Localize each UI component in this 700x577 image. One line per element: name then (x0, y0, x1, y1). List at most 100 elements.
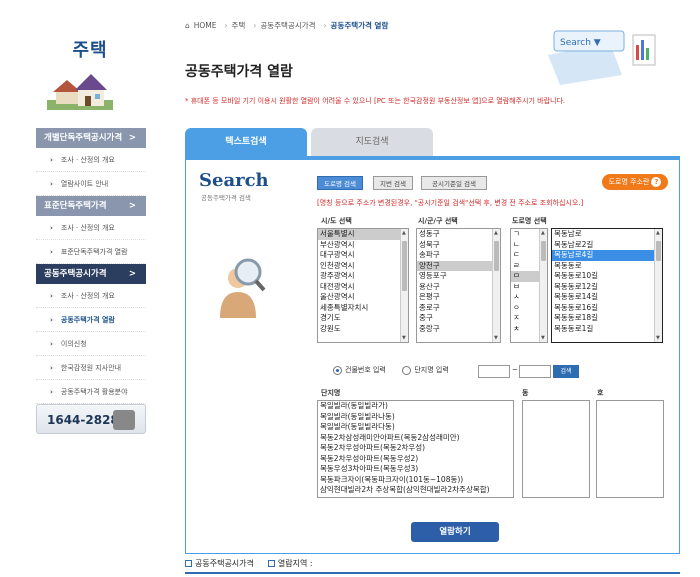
bottom-divider (185, 572, 680, 574)
initial-select[interactable]: ㄱㄴㄷㄹㅁㅂㅅㅇㅈㅊ ▲ ▼ (510, 228, 548, 343)
list-option[interactable]: 목동동로10길 (552, 271, 662, 282)
list-option[interactable]: 목동동로 (552, 261, 662, 272)
list-option[interactable]: 강원도 (318, 324, 408, 335)
tab-text-search[interactable]: 텍스트검색 (185, 128, 307, 156)
mobile-notice: * 휴대폰 등 모바일 기기 이용시 원활한 열람이 어려울 수 있으니 [PC… (185, 97, 566, 105)
breadcrumb: ⌂ HOME › 주택 › 공동주택공시가격 › 공동주택가격 열람 (185, 20, 392, 31)
scrollbar[interactable]: ▲ ▼ (400, 229, 408, 342)
breadcrumb-current: 공동주택가격 열람 (330, 21, 389, 30)
chevron-right-icon: > (128, 201, 136, 211)
list-option[interactable]: 목동동로18길 (552, 313, 662, 324)
list-option[interactable]: 목동2차삼성래미안아파트(목동2삼성래미안) (318, 433, 513, 444)
list-option[interactable]: 영등포구 (417, 271, 500, 282)
ho-select[interactable] (596, 400, 664, 498)
tab-map-search[interactable]: 지도검색 (311, 128, 433, 156)
breadcrumb-c2[interactable]: 공동주택공시가격 (260, 21, 315, 30)
sigungu-label: 시/군/구 선택 (418, 217, 458, 225)
deco-search-text: Search ▼ (560, 38, 601, 48)
list-option[interactable]: 서울특별시 (318, 229, 408, 240)
sido-label: 시/도 선택 (321, 217, 352, 225)
road-address-button[interactable]: 도로명 주소란? (602, 174, 668, 190)
help-icon: ? (651, 177, 662, 187)
view-button[interactable]: 열람하기 (411, 522, 499, 542)
small-search-button[interactable]: 검색 (553, 365, 579, 378)
search-illustration: Search ▼ (548, 30, 656, 85)
list-option[interactable]: 광주광역시 (318, 271, 408, 282)
radio-building[interactable] (333, 365, 342, 375)
list-option[interactable]: 대전광역시 (318, 282, 408, 293)
list-option[interactable]: 목일빌라(동일빌라가) (318, 401, 513, 412)
sidebar-item-7[interactable]: 조사 · 산정의 개요 (36, 284, 146, 308)
list-option[interactable]: 목동2차우성아파트(목동2차우성) (318, 443, 513, 454)
sidebar-item-1[interactable]: 조사 · 산정의 개요 (36, 148, 146, 172)
sido-select[interactable]: 서울특별시 부산광역시 대구광역시 인천광역시 광주광역시 대전광역시 울산광역시 세종특별자… (317, 228, 409, 343)
number-from-input[interactable] (478, 365, 510, 378)
sidebar-item-2[interactable]: 열람사이트 안내 (36, 172, 146, 196)
sidebar-section-label: 개별단독주택공시가격 (44, 133, 123, 143)
list-option[interactable]: 목동동로14길 (552, 292, 662, 303)
sidebar-section-3[interactable]: 표준단독주택가격 > (36, 196, 146, 216)
sidebar-item-10[interactable]: 한국감정원 지사안내 (36, 356, 146, 380)
list-option[interactable]: 목동2차우성아파트(목동우성2) (318, 454, 513, 465)
list-option[interactable]: 중구 (417, 313, 500, 324)
list-option[interactable]: 세종특별자치시 (318, 303, 408, 314)
scrollbar[interactable]: ▲ ▼ (654, 229, 662, 342)
list-option[interactable]: 인천광역시 (318, 261, 408, 272)
list-option[interactable]: 목동동로12길 (552, 282, 662, 293)
list-option[interactable]: 목일빌라(동일빌라나동) (318, 412, 513, 423)
list-option[interactable]: 양천구 (417, 260, 500, 271)
jibun-search-button[interactable]: 지번 검색 (373, 176, 413, 190)
scrollbar[interactable]: ▲ ▼ (539, 229, 547, 342)
list-option[interactable]: 목일빌라(동일빌라다동) (318, 422, 513, 433)
list-option[interactable]: 목동남로 (552, 229, 662, 240)
phone-icon (113, 410, 135, 430)
list-option[interactable]: 목동남로4길 (552, 250, 662, 261)
ho-label: 호 (597, 389, 604, 397)
list-option[interactable]: 울산광역시 (318, 292, 408, 303)
list-option[interactable]: 용산구 (417, 282, 500, 293)
chevron-right-icon: › (224, 21, 228, 30)
list-option[interactable]: 목동남로2길 (552, 240, 662, 251)
sidebar-section-6[interactable]: 공동주택공시가격 > (36, 264, 146, 284)
list-option[interactable]: 성북구 (417, 240, 500, 251)
phone-number: 1644-2828 (47, 413, 119, 427)
list-option[interactable]: 종로구 (417, 303, 500, 314)
list-option[interactable]: 부산광역시 (318, 240, 408, 251)
dong-label: 동 (522, 389, 529, 397)
sidebar-item-11[interactable]: 공동주택가격 활용분야 (36, 380, 146, 404)
list-option[interactable]: 중랑구 (417, 324, 500, 335)
list-option[interactable]: 목동파크자이(목동파크자이(101동~108동)) (318, 475, 513, 486)
radio-building-label: 건물번호 입력 (345, 366, 386, 374)
footer-info: 공동주택공시가격 열람지역 : (185, 558, 313, 569)
complex-select[interactable]: 목일빌라(동일빌라가) 목일빌라(동일빌라나동) 목일빌라(동일빌라다동) 목동2차삼… (317, 400, 514, 498)
road-select[interactable]: 목동남로 목동남로2길 목동남로4길 목동동로 목동동로10길 목동동로12길 목동동로14… (551, 228, 663, 343)
page-title: 공동주택가격 열람 (185, 64, 293, 80)
scrollbar[interactable]: ▲ ▼ (492, 229, 500, 342)
date-search-button[interactable]: 공시기준일 검색 (421, 176, 487, 190)
list-option[interactable]: 목동우성3차아파트(목동우성3) (318, 464, 513, 475)
sigungu-select[interactable]: 성동구 성북구 송파구 양천구 영등포구 용산구 은평구 종로구 중구 중랑구 ▲ ▼ (416, 228, 501, 343)
list-option[interactable]: 대구광역시 (318, 250, 408, 261)
sidebar-item-9[interactable]: 이의신청 (36, 332, 146, 356)
road-search-button[interactable]: 도로명 검색 (317, 176, 363, 190)
sidebar-item-8[interactable]: 공동주택가격 열람 (36, 308, 146, 332)
list-option[interactable]: 목동동로16길 (552, 303, 662, 314)
input-mode-radios: 건물번호 입력 단지명 입력 (333, 365, 449, 375)
search-logo-sub: 공동주택가격 검색 (201, 194, 251, 202)
list-option[interactable]: 삼익현대빌라2차 주상복합(삼익현대빌라2차주상복합) (318, 485, 513, 496)
list-option[interactable]: 성동구 (417, 229, 500, 240)
number-to-input[interactable] (519, 365, 551, 378)
sidebar-section-0[interactable]: 개별단독주택공시가격 > (36, 128, 146, 148)
list-option[interactable]: 송파구 (417, 250, 500, 261)
list-option[interactable]: 목동동로1길 (552, 324, 662, 335)
footer-item2: 열람지역 : (277, 559, 313, 568)
breadcrumb-home[interactable]: HOME (194, 21, 217, 30)
dong-select[interactable] (522, 400, 590, 498)
sidebar-item-5[interactable]: 표준단독주택가격 열람 (36, 240, 146, 264)
sidebar-item-4[interactable]: 조사 · 산정의 개요 (36, 216, 146, 240)
list-option[interactable]: 경기도 (318, 313, 408, 324)
list-option[interactable]: 은평구 (417, 292, 500, 303)
radio-complex[interactable] (402, 365, 412, 375)
sidebar-menu: 개별단독주택공시가격>조사 · 산정의 개요열람사이트 안내표준단독주택가격>조… (36, 128, 146, 404)
breadcrumb-c1[interactable]: 주택 (232, 21, 246, 30)
